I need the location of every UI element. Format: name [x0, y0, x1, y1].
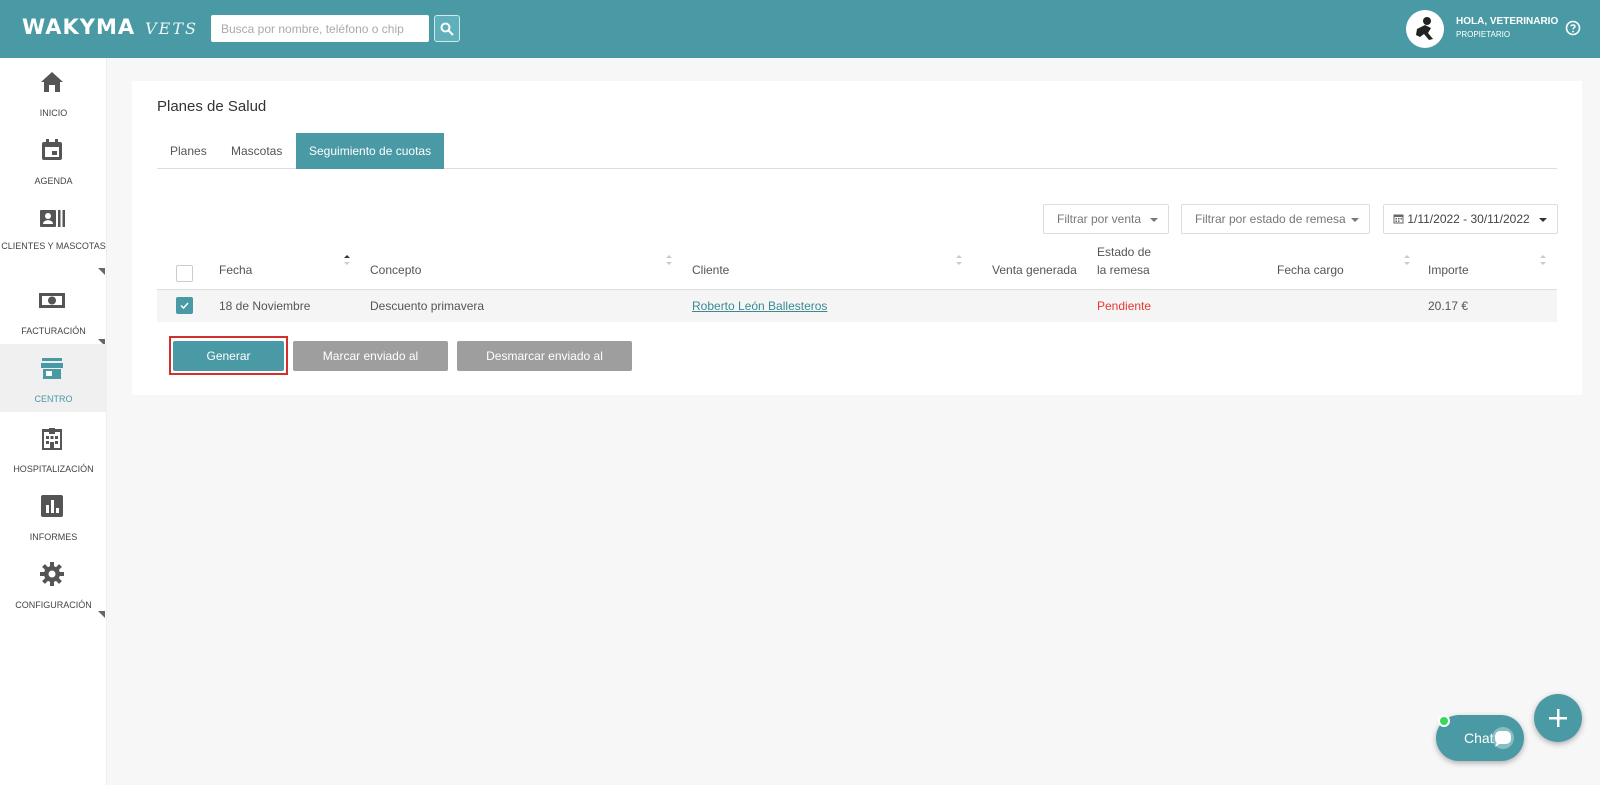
add-button[interactable]: [1534, 694, 1582, 742]
calendar-icon: [1393, 214, 1404, 224]
column-header-concepto[interactable]: Concepto: [370, 261, 421, 279]
check-icon: [180, 302, 189, 310]
tab-seguimiento-cuotas[interactable]: Seguimiento de cuotas: [296, 133, 445, 169]
sidebar-item-centro[interactable]: CENTRO: [0, 344, 107, 412]
filter-venta-label: Filtrar por venta: [1057, 212, 1142, 226]
row-checkbox[interactable]: [176, 297, 193, 314]
cell-estado: Pendiente: [1097, 299, 1152, 313]
sidebar-item-inicio[interactable]: INICIO: [0, 58, 107, 126]
sidebar-item-label: INICIO: [39, 108, 68, 118]
submenu-indicator-icon: [98, 268, 105, 275]
tab-mascotas[interactable]: Mascotas: [218, 133, 295, 169]
cell-importe: 20.17 €: [1428, 299, 1469, 313]
generar-remesa-button[interactable]: Generar remesa: [173, 341, 284, 393]
column-header-estado-remesa: Estado de la remesa: [1097, 243, 1151, 279]
date-range-picker[interactable]: 1/11/2022 - 30/11/2022: [1383, 204, 1558, 234]
logo-main: WAKYMA: [22, 15, 136, 39]
sidebar-item-facturacion[interactable]: FACTURACIÓN: [0, 276, 107, 346]
marcar-enviado-button[interactable]: Marcar enviado al banco: [293, 341, 448, 393]
chat-button[interactable]: Chat: [1436, 715, 1524, 761]
gear-icon: [40, 562, 64, 586]
user-info[interactable]: HOLA, VETERINARIO PROPIETARIO: [1456, 16, 1558, 39]
column-header-estado-line2: la remesa: [1097, 263, 1150, 277]
cell-fecha: 18 de Noviembre: [219, 299, 311, 313]
sidebar-item-label: INFORMES: [29, 532, 78, 542]
cell-concepto: Descuento primavera: [370, 299, 485, 313]
calendar-icon: [42, 139, 62, 160]
page-title: Planes de Salud: [157, 98, 267, 115]
sidebar-item-label: HOSPITALIZACIÓN: [13, 464, 94, 474]
chart-icon: [41, 495, 63, 517]
sidebar-item-hospitalizacion[interactable]: HOSPITALIZACIÓN: [0, 414, 107, 482]
cell-cliente-link[interactable]: Roberto León Ballesteros: [692, 299, 827, 313]
select-all-checkbox[interactable]: [176, 265, 193, 282]
column-header-fecha-cargo[interactable]: Fecha cargo: [1277, 261, 1344, 279]
hospital-icon: [42, 428, 62, 450]
column-header-venta-generada: Venta generada: [992, 263, 1077, 277]
sort-icon[interactable]: [1404, 254, 1410, 266]
sort-icon[interactable]: [666, 254, 672, 266]
sort-icon[interactable]: [1540, 254, 1546, 266]
tab-bar: Planes Mascotas Seguimiento de cuotas: [157, 133, 1557, 169]
sort-icon[interactable]: [956, 254, 962, 266]
column-header-cliente[interactable]: Cliente: [692, 261, 729, 279]
sidebar-item-label: CENTRO: [34, 394, 73, 404]
sidebar-item-label: AGENDA: [34, 176, 73, 186]
home-icon: [41, 72, 63, 92]
sidebar-item-label: CONFIGURACIÓN: [15, 600, 92, 610]
plus-icon: [1549, 709, 1567, 727]
column-header-importe[interactable]: Importe: [1428, 261, 1469, 279]
sort-asc-icon[interactable]: [344, 254, 350, 266]
sidebar-item-agenda[interactable]: AGENDA: [0, 126, 107, 194]
chat-bubble-icon: [1492, 727, 1514, 749]
chevron-down-icon: [1539, 218, 1547, 222]
main-card: Planes de Salud Planes Mascotas Seguimie…: [132, 81, 1582, 395]
money-icon: [39, 293, 65, 308]
sidebar-item-informes[interactable]: INFORMES: [0, 482, 107, 618]
sidebar-item-label: CLIENTES Y MASCOTAS: [1, 241, 106, 251]
filter-venta-select[interactable]: Filtrar por venta: [1043, 204, 1169, 234]
app-logo[interactable]: WAKYMA VETS: [22, 15, 198, 39]
chevron-down-icon: [1351, 218, 1359, 222]
help-icon[interactable]: [1565, 20, 1581, 36]
filter-estado-select[interactable]: Filtrar por estado de remesa: [1181, 204, 1370, 234]
chevron-down-icon: [1150, 218, 1158, 222]
search-button[interactable]: [434, 15, 460, 42]
table-row[interactable]: 18 de Noviembre Descuento primavera Robe…: [157, 290, 1557, 322]
search-icon: [440, 22, 454, 36]
top-bar: WAKYMA VETS HOLA, VETERINARIO PROPIETARIO: [0, 0, 1600, 58]
user-greeting: HOLA, VETERINARIO: [1456, 16, 1559, 27]
user-role: PROPIETARIO: [1456, 30, 1511, 39]
online-status-dot: [1438, 715, 1450, 727]
logo-sub: VETS: [145, 19, 198, 38]
tab-planes[interactable]: Planes: [157, 133, 220, 169]
column-header-fecha[interactable]: Fecha: [219, 261, 252, 279]
search-input[interactable]: [211, 15, 429, 42]
sidebar-item-clientes[interactable]: CLIENTES Y MASCOTAS: [0, 194, 107, 275]
sidebar: INICIO AGENDA CLIENTES Y MASCOTAS FACTUR…: [0, 58, 107, 785]
contacts-icon: [40, 210, 65, 227]
column-header-estado-line1: Estado de: [1097, 245, 1152, 259]
desmarcar-enviado-button[interactable]: Desmarcar enviado al banco: [457, 341, 632, 393]
user-avatar-icon: [1416, 17, 1433, 40]
sidebar-item-configuracion[interactable]: CONFIGURACIÓN: [0, 550, 107, 618]
store-icon: [41, 358, 63, 379]
filter-estado-label: Filtrar por estado de remesa: [1195, 212, 1346, 226]
date-range-label: 1/11/2022 - 30/11/2022: [1407, 212, 1530, 226]
avatar[interactable]: [1406, 10, 1444, 48]
sidebar-item-label: FACTURACIÓN: [21, 326, 86, 336]
